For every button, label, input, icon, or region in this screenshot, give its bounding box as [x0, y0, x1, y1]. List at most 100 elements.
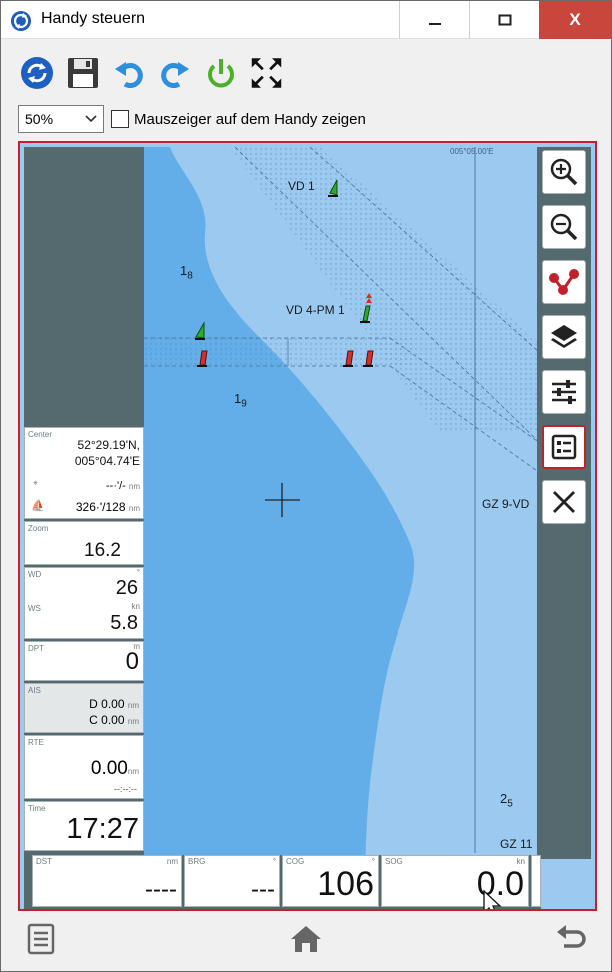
- ais-c-unit: nm: [127, 717, 139, 726]
- pointer-checkbox[interactable]: [111, 110, 129, 128]
- ais-d-label: D: [89, 697, 98, 711]
- depth-sounding: 19: [234, 391, 247, 410]
- ais-c-label: C: [89, 713, 98, 727]
- route-box[interactable]: RTE 0.00nm --:--:--: [24, 735, 144, 799]
- redo-button[interactable]: [157, 53, 192, 93]
- ws-value: 5.8: [110, 612, 138, 634]
- route-icon: [549, 269, 579, 295]
- menu-button[interactable]: [23, 921, 59, 957]
- time-box[interactable]: Time 17:27: [24, 801, 144, 851]
- minimize-icon: [428, 23, 441, 25]
- wd-value: 26: [115, 577, 138, 599]
- close-window-label: X: [569, 10, 581, 29]
- zoom-out-icon: [550, 213, 578, 241]
- fullscreen-icon: [251, 58, 282, 88]
- home-button[interactable]: [288, 921, 324, 957]
- minimize-button[interactable]: [399, 1, 469, 39]
- rte-eta: --:--:--: [114, 784, 137, 794]
- dpt-label: DPT: [28, 644, 44, 653]
- zoom-box[interactable]: Zoom 16.2: [24, 521, 144, 565]
- boat-icon: ⛵: [31, 500, 45, 512]
- map-label-vd1: VD 1: [288, 179, 315, 193]
- depth-sounding: 18: [180, 263, 193, 282]
- sog-box[interactable]: SOG kn 0.0: [381, 855, 529, 907]
- center-dist-unit: nm: [128, 482, 140, 491]
- pointer-checkbox-label[interactable]: Mauszeiger auf dem Handy zeigen: [134, 111, 366, 128]
- layers-icon: [551, 325, 577, 348]
- sog-label: SOG: [385, 857, 403, 866]
- zoom-box-value: 16.2: [84, 540, 121, 561]
- phone-screen[interactable]: 005°05.00'E VD 1 VD 4-PM 1 GZ 9-VD GZ 11…: [18, 141, 597, 911]
- undo-button[interactable]: [111, 53, 146, 93]
- close-window-button[interactable]: X: [539, 1, 611, 39]
- dst-unit: nm: [166, 857, 178, 866]
- power-button[interactable]: [203, 53, 238, 93]
- rte-label: RTE: [28, 738, 44, 747]
- close-panel-button[interactable]: [542, 480, 586, 524]
- maximize-button[interactable]: [469, 1, 539, 39]
- depth-sounding: 25: [500, 791, 513, 810]
- route-button[interactable]: [542, 260, 586, 304]
- refresh-button[interactable]: [19, 53, 54, 93]
- dashboard-icon: [551, 434, 577, 460]
- brg-box[interactable]: BRG ° ---: [184, 855, 280, 907]
- save-button[interactable]: [65, 53, 100, 93]
- mouse-cursor-icon: [483, 889, 502, 909]
- home-icon: [291, 926, 321, 952]
- brg-value: ---: [251, 876, 275, 903]
- brg-label: BRG: [188, 857, 206, 866]
- save-icon: [67, 58, 98, 88]
- window-title: Handy steuern: [41, 10, 146, 27]
- back-button[interactable]: [553, 921, 589, 957]
- close-icon: [553, 491, 575, 513]
- redo-icon: [160, 62, 189, 89]
- zoom-in-button[interactable]: [542, 150, 586, 194]
- center-boat: 326·'/128: [75, 500, 126, 514]
- menu-icon: [27, 923, 55, 955]
- wind-box[interactable]: WD ° 26 WS kn 5.8: [24, 567, 144, 639]
- cog-box[interactable]: COG ° 106: [282, 855, 379, 907]
- dpt-value: 0: [125, 648, 139, 675]
- center-box[interactable]: Center 52°29.19'N, 005°04.74'E ⌖ --·'/- …: [24, 427, 144, 519]
- map-label-vd4: VD 4-PM 1: [286, 303, 345, 317]
- dashboard-button[interactable]: [542, 425, 586, 469]
- settings-button[interactable]: [542, 370, 586, 414]
- toolbar: [19, 53, 284, 93]
- target-icon: ⌖: [33, 478, 39, 488]
- rte-value: 0.00: [90, 758, 128, 779]
- app-window: Handy steuern X 50% Mauszeiger auf dem H…: [0, 0, 612, 972]
- longitude-label: 005°05.00'E: [450, 147, 494, 156]
- wd-label: WD: [28, 570, 42, 579]
- center-boat-unit: nm: [128, 504, 140, 513]
- ais-d-value: 0.00: [101, 697, 125, 711]
- dst-value: ----: [145, 876, 177, 903]
- title-bar: Handy steuern X: [1, 1, 611, 39]
- center-dist: --·'/-: [106, 480, 126, 492]
- ws-unit: kn: [131, 602, 140, 611]
- maximize-icon: [498, 14, 511, 26]
- zoom-out-button[interactable]: [542, 205, 586, 249]
- ais-box[interactable]: AIS D 0.00 nm C 0.00 nm: [24, 683, 144, 733]
- zoom-select[interactable]: 50%: [18, 105, 104, 133]
- ais-d-unit: nm: [127, 701, 139, 710]
- map-label-gz9: GZ 9-VD: [482, 497, 530, 511]
- map-label-gz11: GZ 11: [500, 837, 533, 851]
- undo-icon: [114, 62, 143, 89]
- app-icon: [11, 11, 31, 31]
- dst-box[interactable]: DST nm ----: [32, 855, 182, 907]
- refresh-icon: [20, 57, 53, 89]
- time-label: Time: [28, 804, 46, 813]
- sliders-icon: [552, 380, 576, 404]
- brg-unit: °: [272, 857, 276, 866]
- back-icon: [557, 925, 586, 948]
- cog-label: COG: [286, 857, 305, 866]
- power-icon: [207, 59, 234, 88]
- center-lat: 52°29.19'N,: [77, 438, 140, 452]
- channel-area: [144, 338, 414, 366]
- layers-button[interactable]: [542, 315, 586, 359]
- depth-box[interactable]: DPT m 0: [24, 641, 144, 681]
- ais-label: AIS: [28, 686, 41, 695]
- fullscreen-button[interactable]: [249, 53, 284, 93]
- rte-unit: nm: [127, 767, 139, 776]
- chevron-down-icon: [85, 115, 97, 123]
